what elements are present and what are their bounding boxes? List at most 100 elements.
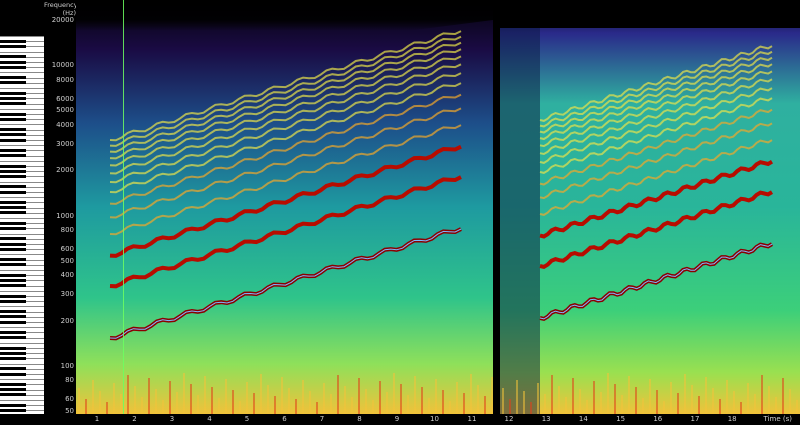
time-tick-label: 3 [169,415,175,423]
noise-streak [85,399,87,414]
playhead-cursor[interactable] [123,0,124,414]
noise-streak [614,384,616,414]
piano-black-key [0,388,26,392]
piano-black-key [0,76,26,80]
frequency-tick-label: 1000 [56,211,74,220]
noise-streak [316,402,318,414]
noise-streak [537,383,539,414]
noise-streak [628,376,630,414]
piano-white-key [0,181,44,183]
noise-streak [712,388,714,414]
noise-streak [253,393,255,414]
noise-streak [544,394,546,414]
piano-white-key [0,290,44,292]
noise-streak [509,399,511,414]
piano-black-key [0,273,26,277]
noise-streak [323,383,325,414]
noise-streak [183,373,185,414]
piano-white-key [0,160,44,162]
piano-black-key [0,39,26,43]
frequency-tick-label: 2000 [56,166,74,175]
piano-black-key [0,284,26,288]
piano-white-key [0,88,44,89]
piano-black-key [0,133,26,137]
noise-streak [302,380,304,414]
noise-streak [225,379,227,414]
time-tick-label: 12 [504,415,514,423]
piano-white-key [0,306,44,308]
piano-white-key [0,233,44,235]
noise-streak [456,382,458,414]
spectrogram-panel-2[interactable] [500,0,800,414]
noise-streak [477,385,479,414]
noise-streak [239,401,241,414]
noise-streak [463,393,465,414]
piano-white-key [0,270,44,271]
frequency-tick-label: 6000 [56,94,74,103]
piano-black-key [0,211,26,215]
piano-black-key [0,403,26,407]
piano-black-key [0,227,26,230]
piano-black-key [0,65,26,69]
time-axis-label: Time (s) [763,415,792,423]
time-tick-label: 11 [467,415,477,423]
piano-black-key [0,128,26,132]
spectrogram-panel-1[interactable] [76,0,493,414]
frequency-tick-label: 80 [65,376,74,385]
noise-streak [796,400,798,414]
noise-streak [204,376,206,414]
noise-streak [593,381,595,414]
piano-black-key [0,315,26,319]
piano-white-key [0,327,44,329]
piano-black-key [0,393,26,397]
piano-black-key [0,169,26,173]
noise-streak [656,390,658,414]
time-tick-label: 14 [578,415,588,423]
noise-streak [484,396,486,414]
piano-black-key [0,383,26,386]
noise-streak [684,374,686,414]
noise-streak [281,377,283,414]
noise-streak [726,380,728,414]
noise-streak [134,386,136,414]
noise-streak [579,389,581,414]
piano-black-key [0,81,26,85]
noise-streak [768,386,770,414]
piano-black-key [0,263,26,267]
piano-black-key [0,279,26,282]
noise-streak [351,397,353,414]
piano-black-key [0,258,26,262]
noise-streak [386,392,388,414]
time-tick-label: 9 [394,415,400,423]
noise-streak [523,391,525,414]
noise-streak [344,386,346,414]
piano-white-key [0,145,44,147]
piano-black-key [0,367,26,371]
frequency-tick-label: 8000 [56,75,74,84]
noise-streak [642,398,644,414]
piano-header [0,0,44,36]
noise-streak [127,375,129,414]
noise-streak [754,394,756,414]
noise-streak [442,390,444,414]
noise-streak [782,378,784,414]
piano-black-key [0,357,26,360]
piano-white-key [0,342,44,344]
noise-streak [565,397,567,414]
piano-white-key [0,379,44,381]
noise-streak [600,392,602,414]
frequency-tick-label: 4000 [56,121,74,130]
time-tick-label: 4 [207,415,212,423]
piano-white-key [0,363,44,365]
noise-streak [162,400,164,414]
noise-streak [211,387,213,414]
piano-black-key [0,138,26,142]
spectrogram-image [76,0,493,414]
piano-white-key [0,72,44,74]
noise-streak [190,384,192,414]
piano-black-key [0,206,26,210]
noise-streak [337,375,339,414]
noise-streak [120,394,122,414]
noise-streak [260,374,262,414]
noise-streak [691,385,693,414]
